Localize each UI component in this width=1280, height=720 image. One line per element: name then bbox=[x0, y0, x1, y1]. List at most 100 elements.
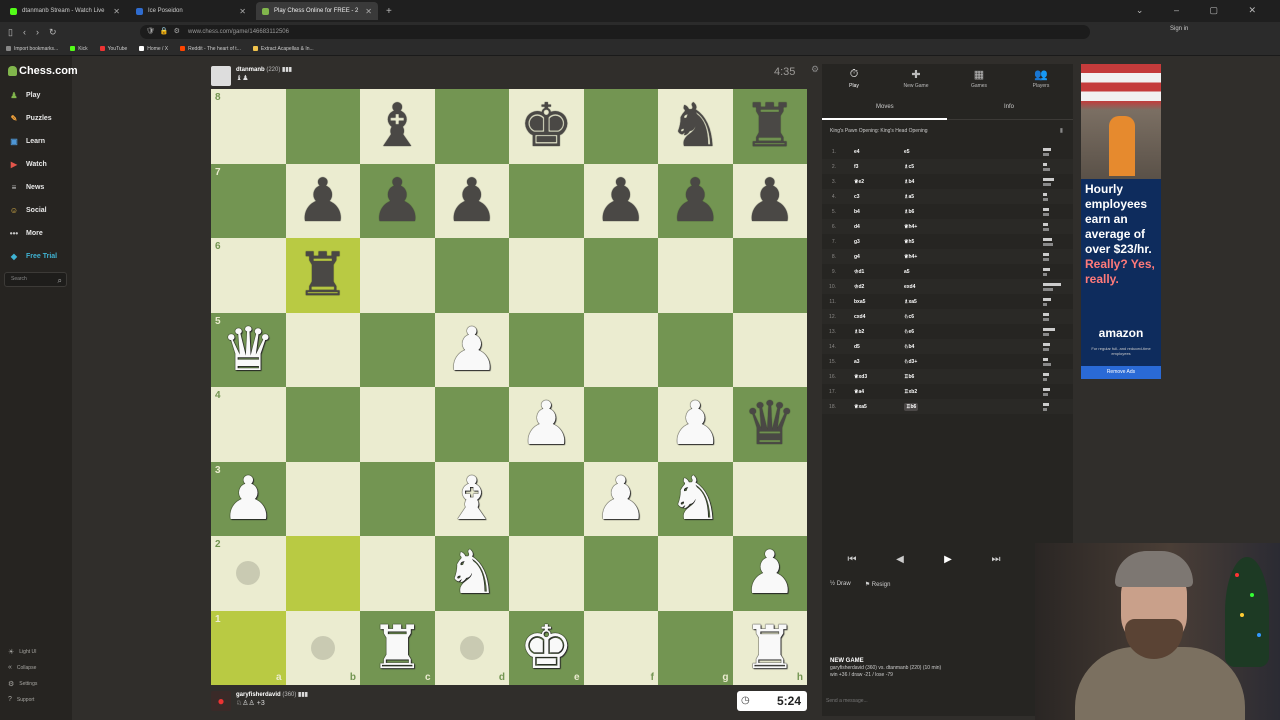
white-pawn-icon[interactable]: ♟ bbox=[211, 462, 286, 537]
sidebar-bottom-light-ui[interactable]: ☀ Light UI bbox=[8, 648, 37, 656]
white-rook-icon[interactable]: ♜ bbox=[733, 611, 808, 686]
white-move[interactable]: ♗b2 bbox=[854, 329, 864, 335]
white-move[interactable]: bxa5 bbox=[854, 299, 865, 305]
black-move[interactable]: ♗a5 bbox=[904, 194, 914, 200]
white-move[interactable]: a3 bbox=[854, 359, 860, 365]
chat-input[interactable]: Send a message... bbox=[826, 698, 868, 704]
bookmark-item[interactable]: Reddit - The heart of t... bbox=[180, 46, 241, 52]
sign-in-button[interactable]: Sign in bbox=[1170, 26, 1188, 32]
black-rook-icon[interactable]: ♜ bbox=[733, 89, 808, 164]
white-move[interactable]: e4 bbox=[854, 149, 860, 155]
sidebar-item-puzzles[interactable]: ✎ Puzzles bbox=[8, 112, 52, 124]
white-king-icon[interactable]: ♚ bbox=[509, 611, 584, 686]
avatar[interactable] bbox=[211, 66, 231, 86]
sidebar-item-free-trial[interactable]: ◆ Free Trial bbox=[8, 250, 57, 262]
chess-board[interactable]: 8 7 6 5 4 3 2 1 a b c d e f g h ♝ ♚ ♞ ♜ ♟ ♟ ♟ ♟ ♟ ♟ ♜ ♛ ♟ ♟ ♟ ♛ ♟ ♝ ♟ ♞ ♞ ♟ ♜ ♚… bbox=[211, 89, 807, 685]
black-move[interactable]: ♗b6 bbox=[904, 209, 914, 215]
white-move[interactable]: g3 bbox=[854, 239, 860, 245]
square-a6[interactable]: 6 bbox=[211, 238, 286, 313]
square-f1[interactable]: f bbox=[583, 610, 658, 685]
black-move[interactable]: ♕h4+ bbox=[904, 224, 917, 230]
black-pawn-icon[interactable]: ♟ bbox=[435, 164, 510, 239]
legal-move-hint[interactable] bbox=[310, 635, 335, 660]
black-move[interactable]: ♕h4+ bbox=[904, 254, 917, 260]
bookmark-item[interactable]: Extract Acapellas & In... bbox=[252, 46, 314, 52]
black-move[interactable]: ♖xb2 bbox=[904, 389, 917, 395]
sidebar-bottom-support[interactable]: ? Support bbox=[8, 696, 34, 703]
black-move[interactable]: ♖b6 bbox=[904, 374, 914, 380]
browser-tab[interactable]: Ice Poseidon ✕ bbox=[130, 2, 252, 20]
book-icon[interactable]: ▮ bbox=[1060, 127, 1063, 134]
nav-arrows-icon[interactable]: ▯‹›↻ bbox=[8, 27, 67, 38]
square-c3[interactable] bbox=[360, 461, 435, 536]
site-info-icon[interactable]: 🛡🔒⚙ bbox=[146, 25, 185, 39]
square-a4[interactable]: 4 bbox=[211, 387, 286, 462]
square-d6[interactable] bbox=[434, 238, 509, 313]
bookmark-item[interactable]: Import bookmarks... bbox=[6, 46, 58, 52]
white-move[interactable]: cxd4 bbox=[854, 314, 865, 320]
black-pawn-icon[interactable]: ♟ bbox=[658, 164, 733, 239]
sidebar-bottom-collapse[interactable]: « Collapse bbox=[8, 664, 36, 671]
square-a7[interactable]: 7 bbox=[211, 163, 286, 238]
square-a8[interactable]: 8 bbox=[211, 89, 286, 164]
square-b5[interactable] bbox=[285, 312, 360, 387]
white-move[interactable]: ♔d1 bbox=[854, 269, 864, 275]
black-move[interactable]: ♘e6 bbox=[904, 329, 914, 335]
white-move[interactable]: ♔d2 bbox=[854, 284, 864, 290]
black-pawn-icon[interactable]: ♟ bbox=[360, 164, 435, 239]
search-input[interactable]: Search ⌕ bbox=[4, 272, 67, 287]
square-f2[interactable] bbox=[583, 536, 658, 611]
player-name[interactable]: garyfisherdavid (360) ▮▮▮ bbox=[236, 691, 308, 698]
sidebar-bottom-settings[interactable]: ⚙ Settings bbox=[8, 680, 37, 688]
square-e5[interactable] bbox=[509, 312, 584, 387]
black-move[interactable]: a5 bbox=[904, 269, 910, 275]
black-pawn-icon[interactable]: ♟ bbox=[733, 164, 808, 239]
square-g5[interactable] bbox=[658, 312, 733, 387]
square-h6[interactable] bbox=[732, 238, 807, 313]
white-pawn-icon[interactable]: ♟ bbox=[658, 387, 733, 462]
sidebar-item-watch[interactable]: ▶ Watch bbox=[8, 158, 47, 170]
square-f6[interactable] bbox=[583, 238, 658, 313]
white-move[interactable]: ♕a4 bbox=[854, 389, 864, 395]
sidebar-item-social[interactable]: ☺ Social bbox=[8, 204, 47, 216]
previous-move-button[interactable]: ◀ bbox=[878, 550, 922, 570]
sidebar-item-play[interactable]: ♟ Play bbox=[8, 89, 40, 101]
player-name[interactable]: dtanmanb (220) ▮▮▮ bbox=[236, 66, 292, 73]
square-f5[interactable] bbox=[583, 312, 658, 387]
tab-new-game[interactable]: ✚ New Game bbox=[885, 68, 947, 89]
white-move[interactable]: d5 bbox=[854, 344, 860, 350]
black-move[interactable]: exd4 bbox=[904, 284, 915, 290]
bookmark-item[interactable]: YouTube bbox=[99, 46, 127, 52]
white-pawn-icon[interactable]: ♟ bbox=[733, 536, 808, 611]
remove-ads-button[interactable]: Remove Ads bbox=[1081, 366, 1161, 379]
close-tab-icon[interactable]: ✕ bbox=[113, 7, 120, 16]
white-move[interactable]: f3 bbox=[854, 164, 858, 170]
white-pawn-icon[interactable]: ♟ bbox=[584, 462, 659, 537]
square-h3[interactable] bbox=[732, 461, 807, 536]
bookmark-item[interactable]: Home / X bbox=[139, 46, 168, 52]
square-c5[interactable] bbox=[360, 312, 435, 387]
square-e2[interactable] bbox=[509, 536, 584, 611]
black-move[interactable]: ♘b4 bbox=[904, 344, 914, 350]
square-g1[interactable]: g bbox=[658, 610, 733, 685]
sidebar-item-news[interactable]: ≡ News bbox=[8, 181, 45, 193]
black-move[interactable]: ♗b4 bbox=[904, 179, 914, 185]
black-rook-icon[interactable]: ♜ bbox=[286, 238, 361, 313]
black-knight-icon[interactable]: ♞ bbox=[658, 89, 733, 164]
square-h5[interactable] bbox=[732, 312, 807, 387]
black-move[interactable]: ♘c6 bbox=[904, 314, 914, 320]
square-d4[interactable] bbox=[434, 387, 509, 462]
subtab-moves[interactable]: Moves bbox=[876, 104, 894, 110]
square-c2[interactable] bbox=[360, 536, 435, 611]
avatar[interactable]: ● bbox=[211, 691, 231, 711]
subtab-info[interactable]: Info bbox=[1004, 104, 1014, 110]
window-controls[interactable]: ⌄ – ▢ ✕ bbox=[1136, 5, 1270, 16]
board-settings-icon[interactable]: ⚙ bbox=[811, 64, 819, 75]
white-pawn-icon[interactable]: ♟ bbox=[435, 313, 510, 388]
black-bishop-icon[interactable]: ♝ bbox=[360, 89, 435, 164]
white-move[interactable]: ♕xd3 bbox=[854, 374, 867, 380]
white-rook-icon[interactable]: ♜ bbox=[360, 611, 435, 686]
url-field[interactable]: 🛡🔒⚙ www.chess.com/game/146683112506 bbox=[140, 25, 1090, 39]
square-e3[interactable] bbox=[509, 461, 584, 536]
tab-play[interactable]: ⏱ Play bbox=[823, 68, 885, 89]
